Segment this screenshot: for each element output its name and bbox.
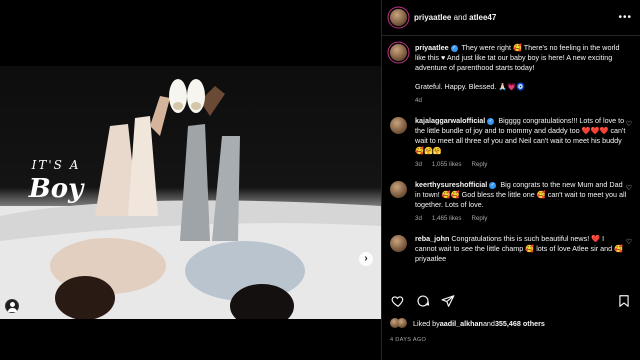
heart-icon — [391, 296, 404, 307]
post-authors: priyaatlee and atlee47 — [414, 13, 496, 22]
author-username[interactable]: priyaatlee — [414, 13, 451, 22]
avatar[interactable] — [390, 235, 407, 252]
comment-likes[interactable]: 1,055 likes — [432, 160, 462, 170]
comment-item: reba_john Congratulations this is such b… — [390, 234, 632, 264]
coauthor-username[interactable]: atlee47 — [469, 13, 496, 22]
comment-likes[interactable]: 1,465 likes — [432, 214, 462, 224]
likes-summary[interactable]: Liked by aadil_alkhan and 355,468 others — [390, 318, 545, 328]
verified-icon: ✓ — [487, 117, 495, 125]
like-button[interactable] — [390, 293, 406, 309]
avatar[interactable] — [390, 9, 407, 26]
verified-icon: ✓ — [450, 44, 458, 52]
comment-like-icon[interactable]: ♡ — [626, 238, 632, 246]
bookmark-icon — [619, 295, 629, 307]
more-options-icon[interactable]: ••• — [618, 12, 632, 23]
comments-list[interactable]: priyaatlee ✓ They were right 🥰 There's no… — [382, 37, 640, 287]
tagged-users-icon[interactable] — [5, 299, 19, 313]
caption-meta: 4d — [415, 96, 627, 106]
comment-meta: 3d 1,465 likes Reply — [415, 214, 627, 224]
comment-body: kajalaggarwalofficial ✓ Bigggg congratula… — [415, 116, 627, 170]
reply-button[interactable]: Reply — [471, 160, 487, 170]
avatar — [397, 318, 407, 328]
post-header: priyaatlee and atlee47 ••• — [382, 0, 640, 36]
comment-item: keerthysureshofficial ✓ Big congrats to t… — [390, 180, 632, 224]
comment-icon — [417, 295, 430, 307]
comment-time[interactable]: 3d — [415, 214, 422, 224]
comment-button[interactable] — [415, 293, 431, 309]
its-a-boy-overlay: IT'S A Boy — [16, 158, 96, 204]
comment-item: kajalaggarwalofficial ✓ Bigggg congratula… — [390, 116, 632, 170]
overlay-boy: Boy — [28, 174, 84, 204]
comment-body: reba_john Congratulations this is such b… — [415, 234, 627, 264]
caption-time[interactable]: 4d — [415, 96, 422, 106]
comment-time[interactable]: 3d — [415, 160, 422, 170]
comment-username[interactable]: keerthysureshofficial — [415, 180, 487, 189]
send-icon — [441, 295, 455, 307]
comment-username[interactable]: reba_john — [415, 234, 449, 243]
comment-username[interactable]: kajalaggarwalofficial — [415, 116, 485, 125]
share-button[interactable] — [440, 293, 456, 309]
post-timestamp[interactable]: 4 DAYS AGO — [390, 337, 426, 343]
comment-body: keerthysureshofficial ✓ Big congrats to t… — [415, 180, 627, 224]
liker-username[interactable]: aadil_alkhan — [440, 319, 483, 328]
save-button[interactable] — [616, 293, 632, 309]
author-and: and — [451, 13, 470, 22]
reply-button[interactable]: Reply — [471, 214, 487, 224]
comment-meta: 3d 1,055 likes Reply — [415, 160, 627, 170]
comment-like-icon[interactable]: ♡ — [626, 120, 632, 128]
caption: priyaatlee ✓ They were right 🥰 There's no… — [390, 43, 632, 106]
post-photo[interactable]: IT'S A Boy › — [0, 66, 381, 319]
post-media-pane: IT'S A Boy › — [0, 0, 381, 360]
next-image-button[interactable]: › — [359, 252, 373, 266]
post-side-panel: priyaatlee and atlee47 ••• priyaatlee ✓ T… — [381, 0, 640, 360]
comment-like-icon[interactable]: ♡ — [626, 184, 632, 192]
caption-username[interactable]: priyaatlee — [415, 43, 449, 52]
likes-and: and — [482, 318, 495, 328]
caption-body: priyaatlee ✓ They were right 🥰 There's no… — [415, 43, 627, 106]
avatar[interactable] — [390, 181, 407, 198]
likes-prefix: Liked by — [413, 318, 440, 328]
liker-avatars — [390, 318, 407, 328]
avatar[interactable] — [390, 44, 407, 61]
caption-text-2: Grateful. Happy. Blessed. 🙏🏻💗🧿 — [415, 82, 526, 91]
verified-icon: ✓ — [489, 181, 497, 189]
likes-count[interactable]: 355,468 others — [495, 319, 545, 328]
avatar[interactable] — [390, 117, 407, 134]
post-actions — [390, 293, 632, 309]
overlay-its-a: IT'S A — [31, 158, 81, 172]
